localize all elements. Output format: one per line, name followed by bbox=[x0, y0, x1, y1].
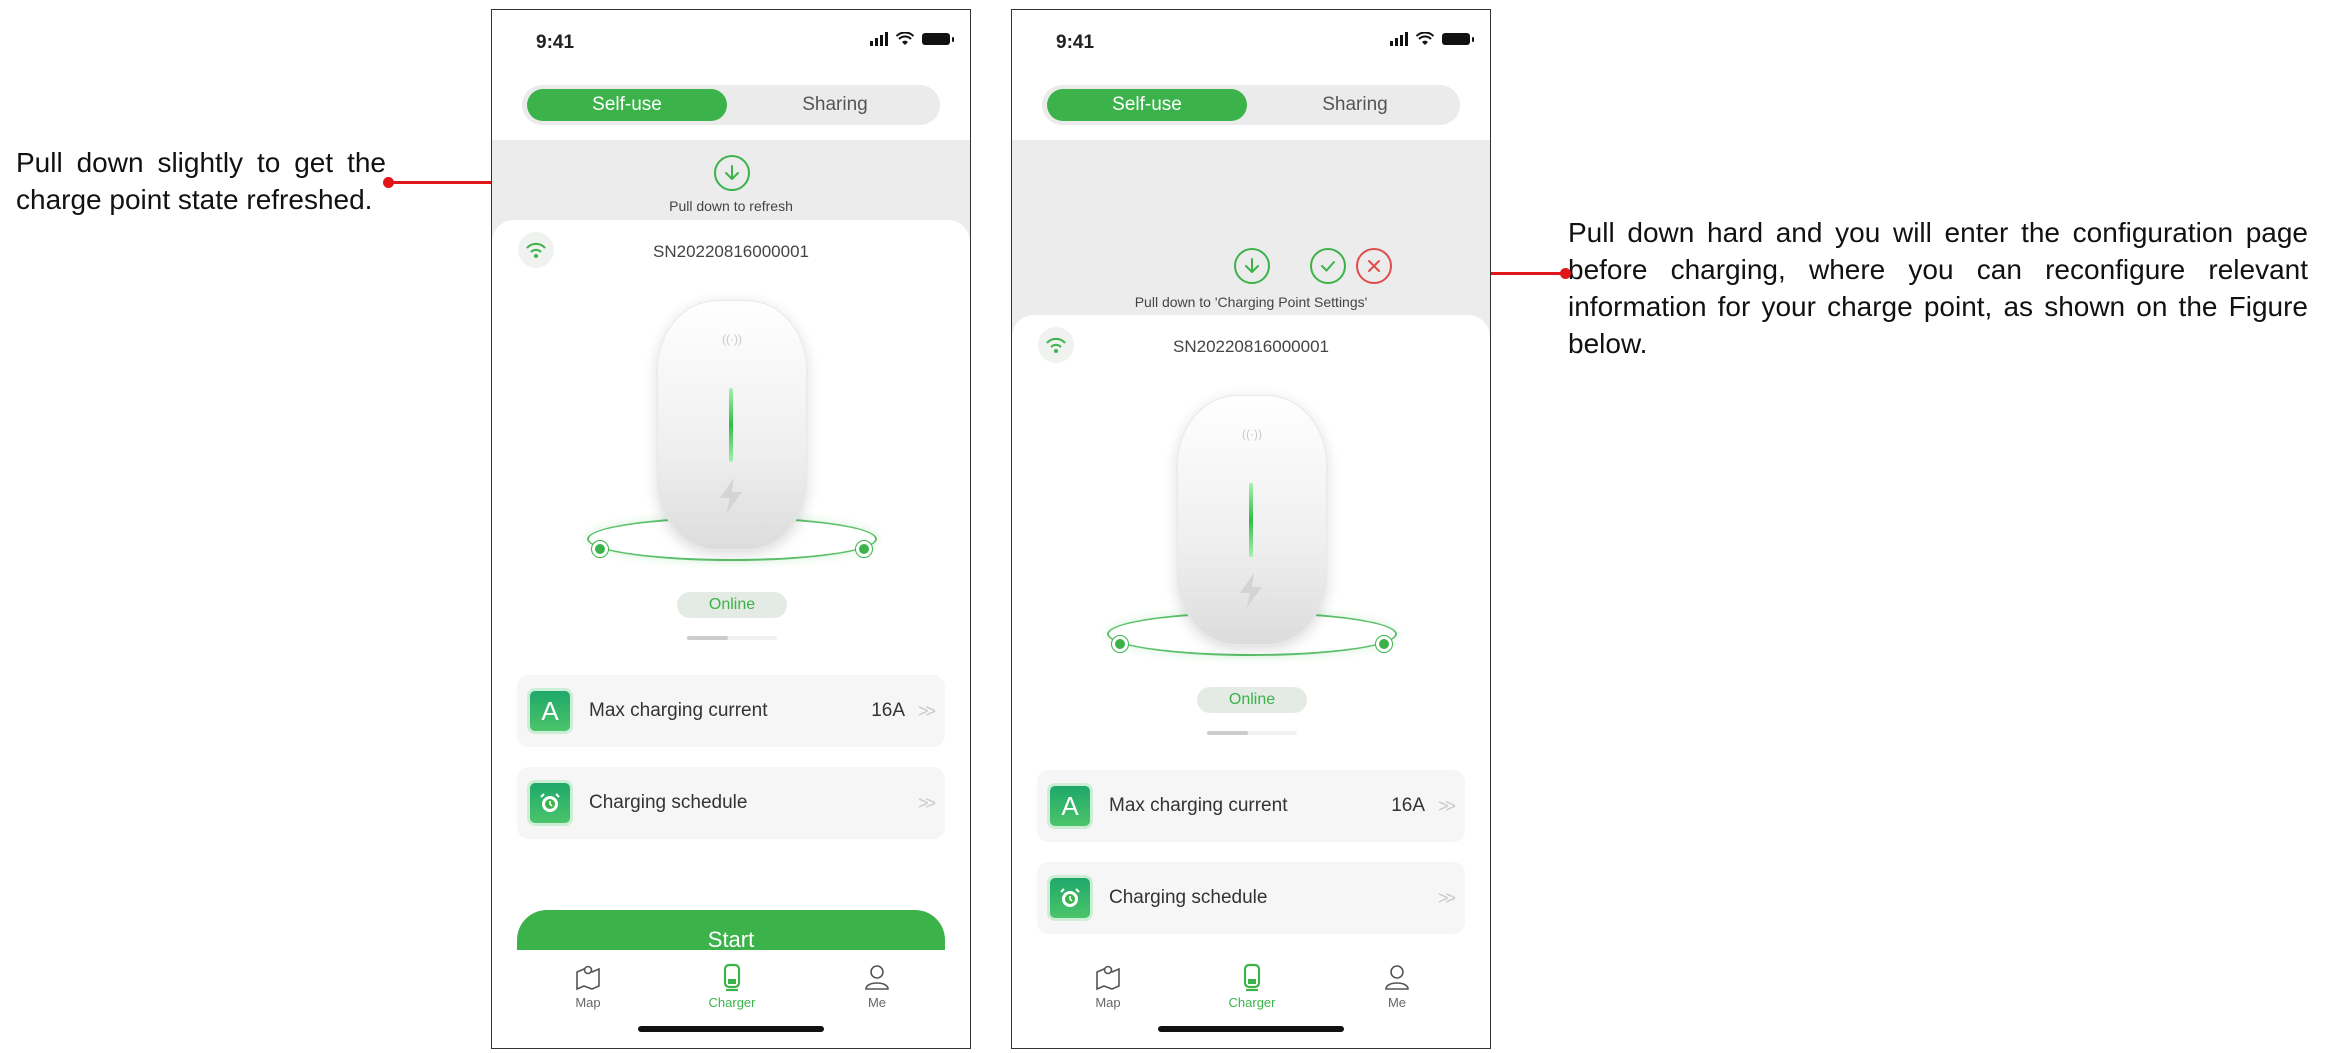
ring-dot-right bbox=[1376, 636, 1392, 652]
current-a-icon: A bbox=[527, 688, 573, 734]
callout-dot-right-end bbox=[1560, 268, 1571, 279]
nav-tab-map[interactable]: Map bbox=[1068, 962, 1148, 1010]
charger-card: SN20220816000001 ((·)) Online A Max char… bbox=[492, 220, 970, 1048]
status-time: 9:41 bbox=[1056, 32, 1095, 53]
nfc-icon: ((·)) bbox=[1242, 427, 1262, 441]
home-indicator bbox=[638, 1026, 824, 1032]
nav-tab-charger[interactable]: Charger bbox=[692, 962, 772, 1010]
nav-tab-me[interactable]: Me bbox=[1357, 962, 1437, 1010]
status-icons bbox=[1390, 32, 1474, 46]
charging-schedule-row[interactable]: Charging schedule >> bbox=[517, 767, 945, 839]
cellular-signal-icon bbox=[870, 32, 888, 46]
wifi-status-icon bbox=[1416, 32, 1434, 45]
ring-dot-left bbox=[1112, 636, 1128, 652]
serial-number: SN20220816000001 bbox=[1173, 337, 1329, 356]
nav-me-label: Me bbox=[867, 995, 887, 1010]
status-bar: 9:41 bbox=[1012, 10, 1490, 70]
battery-icon bbox=[922, 33, 954, 45]
home-indicator bbox=[1158, 1026, 1344, 1032]
phone-screen-refresh: 9:41 Self-use Sharing Pull down to refre… bbox=[491, 9, 971, 1049]
tab-self-use[interactable]: Self-use bbox=[527, 89, 727, 121]
ring-dot-left bbox=[592, 541, 608, 557]
pull-hint-label: Pull down to 'Charging Point Settings' bbox=[1134, 294, 1368, 310]
user-icon bbox=[1385, 965, 1409, 990]
annotation-pull-hard: Pull down hard and you will enter the co… bbox=[1568, 217, 2308, 359]
wifi-status-icon bbox=[896, 32, 914, 45]
serial-number: SN20220816000001 bbox=[653, 242, 809, 261]
nav-charger-label: Charger bbox=[708, 995, 756, 1010]
battery-icon bbox=[1442, 33, 1474, 45]
pull-down-arrow-icon bbox=[714, 155, 750, 191]
callout-dot-left-start bbox=[383, 177, 394, 188]
carousel-indicator bbox=[1207, 731, 1297, 735]
tab-sharing[interactable]: Sharing bbox=[735, 89, 935, 121]
chevron-right-icon: >> bbox=[1437, 888, 1456, 908]
charger-led-indicator bbox=[1249, 483, 1253, 557]
max-current-label: Max charging current bbox=[589, 700, 768, 721]
nfc-icon: ((·)) bbox=[722, 332, 742, 346]
status-icons bbox=[870, 32, 954, 46]
tab-sharing[interactable]: Sharing bbox=[1255, 89, 1455, 121]
nav-map-label: Map bbox=[575, 995, 601, 1010]
max-current-value: 16A bbox=[1391, 795, 1425, 816]
tab-self-use[interactable]: Self-use bbox=[1047, 89, 1247, 121]
bottom-navigation: Map Charger Me bbox=[1012, 950, 1490, 1048]
lightning-bolt-icon bbox=[720, 478, 742, 514]
charging-schedule-label: Charging schedule bbox=[1109, 887, 1268, 908]
max-current-value: 16A bbox=[871, 700, 905, 721]
pull-to-settings-area[interactable]: Pull down to 'Charging Point Settings' bbox=[1012, 140, 1490, 340]
cellular-signal-icon bbox=[1390, 32, 1408, 46]
charger-device-image: ((·)) bbox=[657, 300, 807, 550]
charger-device-image: ((·)) bbox=[1177, 395, 1327, 645]
confirm-check-icon[interactable] bbox=[1310, 248, 1346, 284]
alarm-clock-icon bbox=[1047, 875, 1093, 921]
charger-card: SN20220816000001 ((·)) Online A Max char… bbox=[1012, 315, 1490, 1048]
max-charging-current-row[interactable]: A Max charging current 16A >> bbox=[517, 675, 945, 747]
lightning-bolt-icon bbox=[1240, 573, 1262, 609]
charging-schedule-row[interactable]: Charging schedule >> bbox=[1037, 862, 1465, 934]
charger-icon bbox=[1243, 963, 1261, 992]
charging-schedule-label: Charging schedule bbox=[589, 792, 748, 813]
alarm-clock-icon bbox=[527, 780, 573, 826]
nav-charger-label: Charger bbox=[1228, 995, 1276, 1010]
map-icon bbox=[576, 965, 600, 991]
annotation-pull-slightly: Pull down slightly to get the charge poi… bbox=[16, 147, 386, 215]
nav-map-label: Map bbox=[1095, 995, 1121, 1010]
charger-icon bbox=[723, 963, 741, 992]
nav-me-label: Me bbox=[1387, 995, 1407, 1010]
mode-segmented-control: Self-use Sharing bbox=[522, 85, 940, 125]
charger-led-indicator bbox=[729, 388, 733, 462]
status-badge: Online bbox=[677, 592, 787, 618]
nav-tab-me[interactable]: Me bbox=[837, 962, 917, 1010]
phone-screen-settings-pull: 9:41 Self-use Sharing Pull down to 'Char… bbox=[1011, 9, 1491, 1049]
carousel-indicator bbox=[687, 636, 777, 640]
map-icon bbox=[1096, 965, 1120, 991]
ring-dot-right bbox=[856, 541, 872, 557]
chevron-right-icon: >> bbox=[917, 701, 936, 721]
pull-down-arrow-icon bbox=[1234, 248, 1270, 284]
chevron-right-icon: >> bbox=[1437, 796, 1456, 816]
pull-hint-label: Pull down to refresh bbox=[669, 198, 793, 214]
status-bar: 9:41 bbox=[492, 10, 970, 70]
nav-tab-charger[interactable]: Charger bbox=[1212, 962, 1292, 1010]
max-current-label: Max charging current bbox=[1109, 795, 1288, 816]
max-charging-current-row[interactable]: A Max charging current 16A >> bbox=[1037, 770, 1465, 842]
user-icon bbox=[865, 965, 889, 990]
cancel-close-icon[interactable] bbox=[1356, 248, 1392, 284]
status-time: 9:41 bbox=[536, 32, 575, 53]
bottom-navigation: Map Charger Me bbox=[492, 950, 970, 1048]
current-a-icon: A bbox=[1047, 783, 1093, 829]
status-badge: Online bbox=[1197, 687, 1307, 713]
nav-tab-map[interactable]: Map bbox=[548, 962, 628, 1010]
mode-segmented-control: Self-use Sharing bbox=[1042, 85, 1460, 125]
chevron-right-icon: >> bbox=[917, 793, 936, 813]
